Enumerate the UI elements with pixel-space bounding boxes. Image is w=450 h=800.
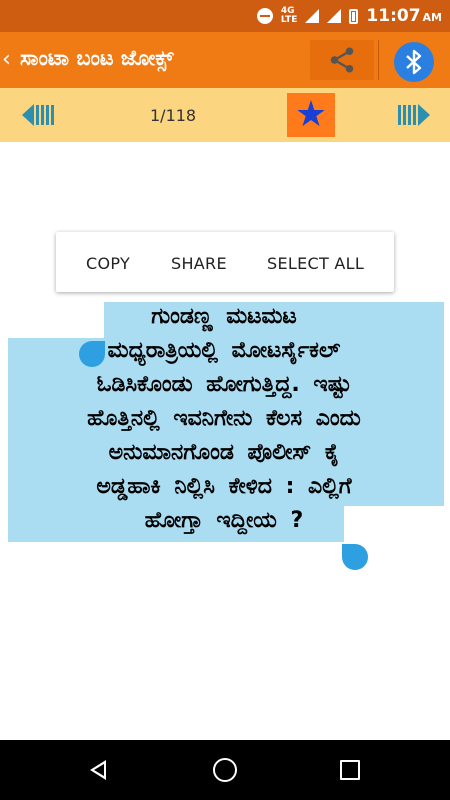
system-navigation-bar (0, 740, 450, 800)
joke-line: ಅಡ್ಡಹಾಕಿ ನಿಲ್ಲಿಸಿ ಕೇಳಿದ : ಎಲ್ಲಿಗೆ (96, 474, 352, 499)
joke-line: ಹೊತ್ತಿನಲ್ಲಿ ಇವನಿಗೇನು ಕೆಲಸ ಎಂದು (87, 406, 361, 431)
share-icon (330, 47, 354, 73)
bluetooth-button[interactable] (394, 42, 434, 82)
selection-end-handle[interactable] (342, 544, 368, 570)
joke-line: ಗುಂಡಣ್ಣ ಮಟಮಟ (151, 304, 297, 329)
bluetooth-icon (406, 49, 422, 75)
copy-button[interactable]: COPY (86, 254, 130, 273)
status-icons: 4G LTE 11:07 AM (256, 6, 442, 26)
home-circle-icon[interactable] (213, 758, 237, 782)
next-arrow-icon (398, 104, 430, 126)
next-button[interactable] (396, 102, 430, 132)
previous-button[interactable] (22, 102, 56, 132)
share-text-button[interactable]: SHARE (171, 254, 227, 273)
joke-line: ಮಧ್ಯರಾತ್ರಿಯಲ್ಲಿ ಮೋಟರ್ಸೈಕಲ್ (107, 338, 341, 363)
clock-time: 11:07 (366, 6, 421, 26)
wifi-signal-icon (327, 9, 342, 23)
joke-line: ಓಡಿಸಿಕೊಂಡು ಹೋಗುತ್ತಿದ್ದ. ಇಷ್ಟು (96, 372, 352, 397)
text-selection-toolbar: COPY SHARE SELECT ALL (56, 232, 394, 292)
clock: 11:07 AM (366, 6, 442, 26)
prev-arrow-icon (22, 104, 54, 126)
appbar-divider (378, 40, 379, 80)
app-title[interactable]: ಸಾಂಟಾ ಬಂಟ ಜೋಕ್ಸ್ (20, 46, 174, 71)
do-not-disturb-icon (256, 8, 273, 24)
network-type-icon: 4G LTE (281, 7, 298, 25)
status-bar: 4G LTE 11:07 AM (0, 0, 450, 32)
page-counter: 1/118 (150, 106, 197, 125)
pager-bar: 1/118 ★ (0, 88, 450, 142)
joke-text[interactable]: ಗುಂಡಣ್ಣ ಮಟಮಟ ಮಧ್ಯರಾತ್ರಿಯಲ್ಲಿ ಮೋಟರ್ಸೈಕಲ್ … (8, 300, 440, 538)
joke-line: ಹೋಗ್ತಾ ಇದ್ದೀಯ ? (144, 508, 304, 533)
share-button[interactable] (310, 40, 374, 80)
joke-line: ಅನುಮಾನಗೊಂಡ ಪೊಲೀಸ್ ಕೈ (108, 440, 340, 465)
recents-square-icon[interactable] (340, 760, 360, 780)
signal-icon (305, 9, 320, 23)
select-all-button[interactable]: SELECT ALL (267, 254, 364, 273)
back-triangle-inner (94, 764, 104, 776)
favorite-button[interactable]: ★ (287, 93, 335, 137)
clock-ampm: AM (422, 11, 442, 24)
battery-icon (349, 8, 359, 24)
app-bar: ‹ ಸಾಂಟಾ ಬಂಟ ಜೋಕ್ಸ್ (0, 32, 450, 88)
star-icon: ★ (294, 94, 328, 135)
selection-start-handle[interactable] (79, 341, 105, 367)
chevron-left-icon[interactable]: ‹ (2, 47, 11, 72)
lte-label: LTE (280, 15, 298, 25)
